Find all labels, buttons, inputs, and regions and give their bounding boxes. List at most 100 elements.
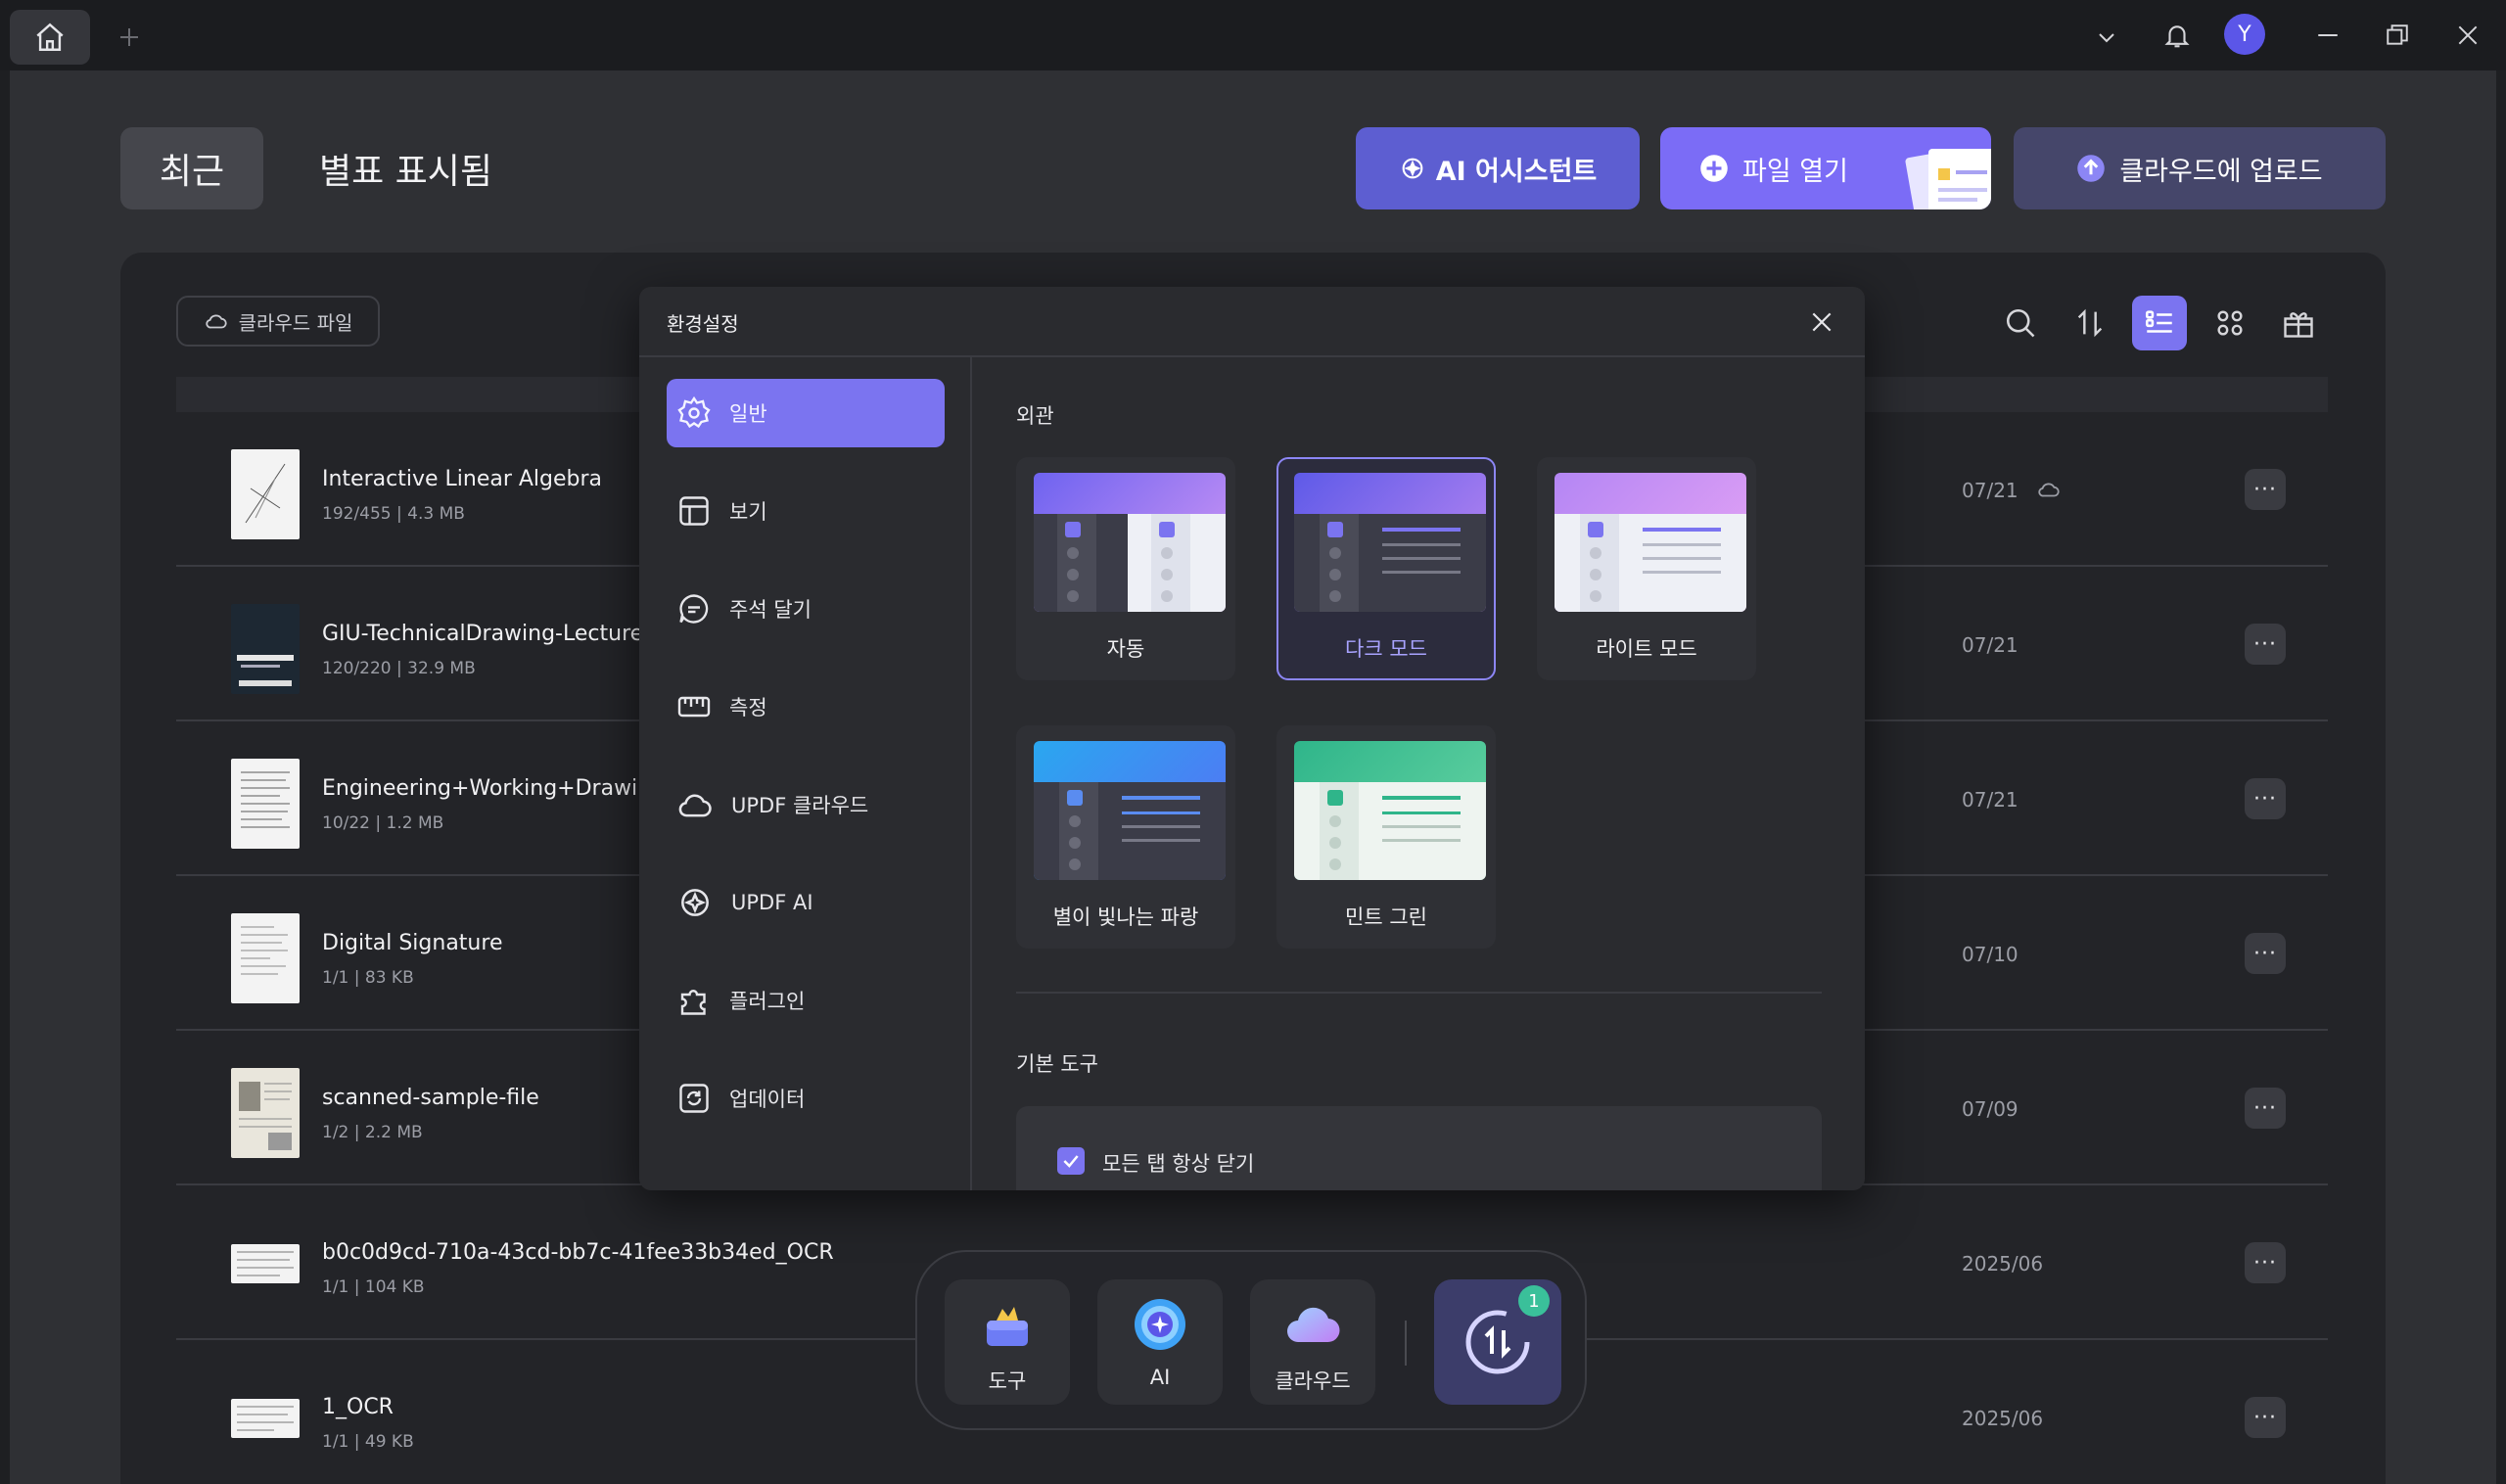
dock-cloud-label: 클라우드 bbox=[1275, 1369, 1351, 1393]
notification-badge: 1 bbox=[1518, 1285, 1550, 1317]
search-icon bbox=[2006, 308, 2035, 338]
avatar[interactable]: Y bbox=[2224, 14, 2265, 55]
file-meta: 1/1 | 49 KB bbox=[322, 1432, 414, 1452]
file-thumbnail bbox=[231, 1399, 300, 1438]
settings-nav-general[interactable]: 일반 bbox=[667, 379, 945, 447]
search-button[interactable] bbox=[1993, 296, 2048, 350]
ai-orb-icon bbox=[1135, 1299, 1185, 1350]
dock-cloud-button[interactable]: 클라우드 bbox=[1250, 1279, 1375, 1405]
close-icon bbox=[1812, 312, 1832, 332]
cloud-color-icon bbox=[1287, 1307, 1340, 1343]
sort-button[interactable] bbox=[2063, 296, 2117, 350]
settings-nav-view[interactable]: 보기 bbox=[667, 477, 945, 545]
upload-icon bbox=[2077, 155, 2106, 182]
chevron-down-icon bbox=[2099, 33, 2114, 43]
cloud-files-label: 클라우드 파일 bbox=[238, 310, 353, 335]
settings-nav-label: UPDF 클라우드 bbox=[731, 794, 869, 817]
dock-ai-label: AI bbox=[1149, 1366, 1171, 1389]
open-file-label: 파일 열기 bbox=[1742, 156, 1848, 187]
restore-icon bbox=[2387, 24, 2408, 45]
theme-card-mint-green[interactable]: 민트 그린 bbox=[1276, 725, 1496, 949]
cloud-files-button[interactable]: 클라우드 파일 bbox=[176, 296, 380, 347]
minimize-button[interactable] bbox=[2306, 14, 2349, 57]
settings-sidebar: 일반 보기 주석 달기 측정 UPDF 클라우드 UPDF AI 플러그인 업데… bbox=[639, 357, 972, 1190]
list-view-button[interactable] bbox=[2132, 296, 2187, 350]
theme-label: 자동 bbox=[1106, 637, 1145, 661]
tab-starred[interactable]: 별표 표시됨 bbox=[319, 127, 492, 209]
more-button[interactable]: ··· bbox=[2245, 624, 2286, 665]
close-window-button[interactable] bbox=[2446, 14, 2489, 57]
theme-label: 별이 빛나는 파랑 bbox=[1052, 905, 1199, 929]
file-date: 2025/06 bbox=[1962, 1407, 2044, 1430]
settings-title: 환경설정 bbox=[667, 312, 739, 336]
file-name: Interactive Linear Algebra bbox=[322, 467, 603, 491]
grid-view-button[interactable] bbox=[2203, 296, 2257, 350]
ai-assistant-button[interactable]: AI 어시스턴트 bbox=[1356, 127, 1640, 209]
sort-icon bbox=[2077, 308, 2103, 338]
theme-label: 라이트 모드 bbox=[1596, 637, 1697, 661]
file-thumbnail bbox=[231, 449, 300, 539]
theme-card-dark[interactable]: 다크 모드 bbox=[1276, 457, 1496, 680]
theme-card-starry-blue[interactable]: 별이 빛나는 파랑 bbox=[1016, 725, 1235, 949]
upload-to-cloud-button[interactable]: 클라우드에 업로드 bbox=[2014, 127, 2386, 209]
file-date: 07/10 bbox=[1962, 943, 2019, 966]
new-tab-button[interactable] bbox=[110, 18, 149, 57]
settings-nav-label: 보기 bbox=[729, 500, 767, 524]
settings-dialog: 환경설정 일반 보기 주석 달기 측정 UPDF 클라우드 UPDF AI 플러… bbox=[639, 287, 1865, 1190]
plus-circle-icon bbox=[1700, 155, 1728, 182]
more-button[interactable]: ··· bbox=[2245, 933, 2286, 974]
dock-ai-button[interactable]: AI bbox=[1097, 1279, 1223, 1405]
dock-tools-label: 도구 bbox=[988, 1369, 1027, 1393]
settings-nav-measure[interactable]: 측정 bbox=[667, 672, 945, 741]
settings-nav-updater[interactable]: 업데이터 bbox=[667, 1064, 945, 1133]
file-meta: 10/22 | 1.2 MB bbox=[322, 813, 444, 833]
more-button[interactable]: ··· bbox=[2245, 1242, 2286, 1283]
close-all-tabs-checkbox[interactable] bbox=[1057, 1147, 1085, 1175]
theme-card-auto[interactable]: 자동 bbox=[1016, 457, 1235, 680]
documents-illustration-icon bbox=[1905, 149, 1991, 209]
tab-recent[interactable]: 최근 bbox=[120, 127, 263, 209]
tabs-dropdown-button[interactable] bbox=[2085, 16, 2128, 59]
file-thumbnail bbox=[231, 1068, 300, 1158]
file-thumbnail bbox=[231, 1244, 300, 1283]
plugin-icon bbox=[680, 990, 706, 1015]
settings-nav-label: 주석 달기 bbox=[729, 598, 812, 622]
home-button[interactable] bbox=[10, 10, 90, 65]
open-file-button[interactable]: 파일 열기 bbox=[1660, 127, 1991, 209]
section-divider bbox=[1016, 992, 1822, 994]
basic-tools-options: 모든 탭 항상 닫기 bbox=[1016, 1106, 1822, 1190]
notifications-button[interactable] bbox=[2156, 14, 2199, 57]
grid-view-icon bbox=[2217, 310, 2243, 336]
theme-preview-dark bbox=[1294, 473, 1486, 612]
gear-icon bbox=[677, 395, 711, 429]
theme-label: 민트 그린 bbox=[1345, 905, 1427, 929]
file-name: 1_OCR bbox=[322, 1395, 394, 1419]
settings-nav-annotate[interactable]: 주석 달기 bbox=[667, 575, 945, 643]
more-button[interactable]: ··· bbox=[2245, 778, 2286, 819]
gift-button[interactable] bbox=[2271, 296, 2326, 350]
settings-close-button[interactable] bbox=[1806, 306, 1837, 338]
settings-nav-label: 측정 bbox=[729, 696, 767, 719]
more-button[interactable]: ··· bbox=[2245, 1088, 2286, 1129]
basic-tools-label: 기본 도구 bbox=[1016, 1052, 1098, 1076]
theme-preview-starry-blue bbox=[1034, 741, 1226, 880]
dock-convert-button[interactable]: 1 bbox=[1434, 1279, 1561, 1405]
settings-nav-plugins[interactable]: 플러그인 bbox=[667, 966, 945, 1035]
restore-button[interactable] bbox=[2376, 14, 2419, 57]
dock-separator bbox=[1405, 1321, 1407, 1366]
home-icon bbox=[36, 23, 64, 51]
file-name: scanned-sample-file bbox=[322, 1086, 539, 1110]
dock-tools-button[interactable]: 도구 bbox=[945, 1279, 1070, 1405]
plus-icon bbox=[120, 28, 138, 46]
settings-nav-ai[interactable]: UPDF AI bbox=[667, 868, 945, 937]
settings-nav-cloud[interactable]: UPDF 클라우드 bbox=[667, 770, 945, 839]
file-meta: 1/2 | 2.2 MB bbox=[322, 1123, 423, 1142]
convert-icon bbox=[1465, 1310, 1530, 1374]
file-name: Digital Signature bbox=[322, 931, 503, 955]
theme-preview-mint-green bbox=[1294, 741, 1486, 880]
more-button[interactable]: ··· bbox=[2245, 469, 2286, 510]
more-button[interactable]: ··· bbox=[2245, 1397, 2286, 1438]
theme-card-light[interactable]: 라이트 모드 bbox=[1537, 457, 1756, 680]
file-date: 07/21 bbox=[1962, 633, 2019, 657]
title-bar bbox=[0, 0, 2506, 70]
